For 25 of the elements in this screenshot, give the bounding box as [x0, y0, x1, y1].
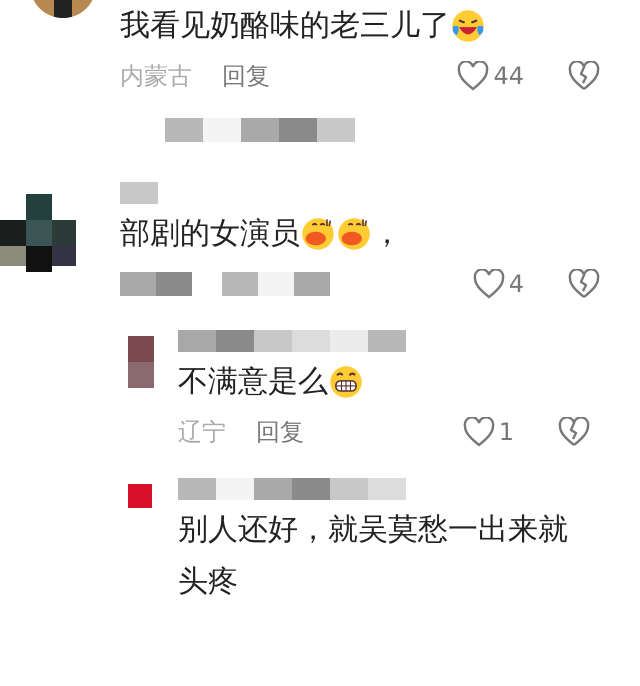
- reply-button[interactable]: 回复: [256, 416, 304, 448]
- grinning-emoji-icon: [328, 364, 364, 400]
- reply-button[interactable]: 回复: [222, 60, 270, 92]
- like-count: 4: [508, 270, 524, 298]
- comment-text: 部剧的女演员: [120, 215, 300, 253]
- broken-heart-icon[interactable]: [558, 417, 590, 447]
- location-label: 辽宁: [178, 417, 226, 448]
- comment-text: 不满意是么: [178, 363, 328, 401]
- comment-text: 我看见奶酪味的老三儿了: [120, 7, 450, 45]
- pixelated-drawing: [120, 182, 158, 204]
- avatar[interactable]: [0, 194, 76, 272]
- kissing-emoji-icon: [336, 216, 372, 252]
- comment-text: ，: [372, 215, 402, 253]
- kissing-emoji-icon: [300, 216, 336, 252]
- heart-icon[interactable]: [472, 269, 505, 299]
- pixelated-drawing: [120, 272, 192, 296]
- like-count: 1: [498, 418, 514, 446]
- laughing-crying-emoji-icon: [450, 8, 486, 44]
- heart-icon[interactable]: [457, 61, 490, 91]
- location-label: 内蒙古: [120, 61, 192, 92]
- heart-icon[interactable]: [462, 417, 495, 447]
- comment-text: 别人还好，就吴莫愁一出来就头疼: [178, 511, 569, 601]
- broken-heart-icon[interactable]: [568, 61, 600, 91]
- broken-heart-icon[interactable]: [568, 269, 600, 299]
- like-count: 44: [493, 62, 524, 90]
